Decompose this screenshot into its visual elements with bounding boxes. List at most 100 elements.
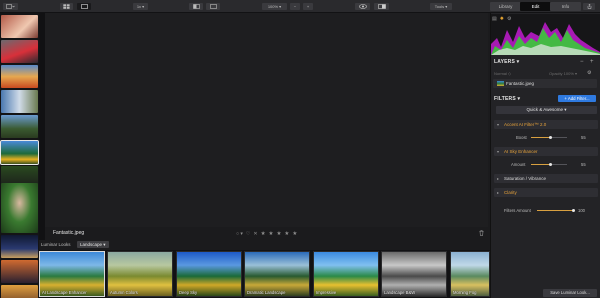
layer-gear-icon[interactable]: ⚙ [587, 70, 591, 76]
look-name: AI Landscape Enhancer [42, 290, 87, 295]
amount-slider-fill [531, 164, 551, 165]
save-luminar-look-button[interactable]: Save Luminar Look... [543, 289, 597, 297]
boost-label: Boost [516, 135, 527, 140]
looks-strip: AI Landscape Enhancer Autumn Colors Deep… [39, 250, 490, 298]
filters-amount-knob[interactable] [571, 209, 575, 212]
tab-info-label: Info [561, 4, 570, 9]
film-thumb[interactable] [1, 15, 38, 38]
color-label-icon[interactable]: ○ ▾ [236, 231, 243, 237]
zoom-percent-label: 100% [267, 4, 279, 9]
zoom-in-button[interactable]: + [303, 3, 313, 10]
grid-view-button[interactable] [60, 3, 73, 10]
looks-category-button[interactable]: Landscape ▾ [77, 241, 109, 248]
rating-row: ○ ▾ ♡ ✕ ★ ★ ★ ★ ★ [236, 230, 297, 237]
star-2[interactable]: ★ [269, 231, 274, 237]
zoom-percent-select[interactable]: 100% ▾ [262, 3, 287, 10]
flag-icon[interactable]: ♡ [246, 231, 250, 237]
layers-title[interactable]: LAYERS ▾ [494, 59, 519, 65]
expand-arrow-icon[interactable]: ▸ [497, 176, 499, 181]
zoom-out-label: − [293, 4, 297, 9]
amount-value: 55 [581, 162, 586, 167]
reject-icon[interactable]: ✕ [253, 231, 257, 237]
look-name: Morning Fog [453, 290, 477, 295]
star-1[interactable]: ★ [261, 231, 266, 237]
gear-icon[interactable]: ⚙ [507, 16, 511, 22]
tab-edit-label: Edit [531, 4, 540, 9]
looks-label: Luminar Looks [41, 242, 71, 247]
zoom-out-button[interactable]: − [290, 3, 300, 10]
top-toolbar: 1x ▾ 100% ▾ − + Tools ▾ Library Edit Inf… [0, 0, 600, 13]
collapse-arrow-icon[interactable]: ▾ [497, 122, 499, 127]
film-thumb[interactable] [1, 115, 38, 138]
filters-amount-fill [537, 210, 573, 211]
look-impressive[interactable]: Impressive [313, 251, 379, 297]
film-thumb[interactable] [1, 285, 38, 298]
filter-saturation-title: Saturation / Vibrance [504, 176, 546, 181]
collapse-arrow-icon[interactable]: ▾ [497, 149, 499, 154]
compare-split-button[interactable] [374, 3, 389, 10]
look-autumn-colors[interactable]: Autumn Colors [107, 251, 173, 297]
look-deep-sky[interactable]: Deep Sky [176, 251, 242, 297]
tab-library-label: Library [498, 4, 513, 9]
film-thumb-selected[interactable] [0, 140, 39, 165]
trash-icon[interactable] [479, 230, 484, 238]
amount-label: Amount [511, 162, 526, 167]
film-thumb[interactable] [1, 260, 38, 283]
look-name: Deep Sky [179, 290, 198, 295]
tab-library[interactable]: Library [490, 2, 521, 11]
boost-value: 55 [581, 135, 586, 140]
filter-accent-ai-title: Accent AI Filter™ 2.0 [504, 122, 547, 127]
filters-amount-value: 100 [578, 208, 585, 213]
look-morning-fog[interactable]: Morning Fog [450, 251, 490, 297]
opacity-select[interactable]: Opacity 100% ▾ [549, 71, 577, 76]
layout-menu-button[interactable] [206, 3, 220, 10]
layer-thumbnail [497, 81, 504, 86]
film-thumb[interactable] [1, 65, 38, 88]
film-thumb[interactable] [1, 90, 38, 113]
quick-awesome-select[interactable]: Quick & Awesome ▾ [496, 106, 597, 114]
single-view-button[interactable] [77, 3, 91, 10]
filters-amount-label: Filters Amount [504, 208, 531, 213]
layers-icon[interactable]: ▤ [492, 16, 497, 22]
tab-info[interactable]: Info [550, 2, 581, 11]
layer-name: Fantastic.jpeg [506, 81, 535, 86]
zoom-fit-label: 1x [136, 4, 142, 9]
film-thumb[interactable] [1, 40, 38, 63]
look-name: Impressive [316, 290, 337, 295]
look-landscape-bw[interactable]: Landscape B&W [381, 251, 447, 297]
tools-label: Tools [434, 4, 445, 9]
look-name: Dramatic Landscape [247, 290, 286, 295]
film-thumb[interactable] [1, 235, 38, 258]
looks-category-label: Landscape [80, 242, 103, 247]
preview-eye-button[interactable] [355, 3, 370, 10]
star-5[interactable]: ★ [292, 231, 297, 237]
look-name: Autumn Colors [110, 290, 138, 295]
tools-menu-button[interactable]: Tools ▾ [430, 3, 452, 10]
film-thumb[interactable] [1, 183, 38, 233]
filter-clarity-title: Clarity [504, 190, 517, 195]
add-layer-button[interactable]: + [590, 59, 594, 65]
boost-slider-fill [531, 137, 551, 138]
filters-title[interactable]: FILTERS ▾ [494, 96, 520, 102]
panel-icons: ▤ ✹ ⚙ [492, 16, 511, 22]
sun-icon[interactable]: ✹ [500, 16, 504, 22]
star-3[interactable]: ★ [276, 231, 281, 237]
filter-ai-sky-title: AI Sky Enhancer [504, 149, 538, 154]
remove-layer-button[interactable]: − [580, 59, 584, 65]
file-name: Fantastic.jpeg [53, 230, 85, 236]
star-4[interactable]: ★ [284, 231, 289, 237]
look-ai-landscape-enhancer[interactable]: AI Landscape Enhancer [39, 251, 105, 297]
share-button[interactable] [583, 3, 595, 10]
tab-edit[interactable]: Edit [520, 2, 551, 11]
image-canvas[interactable] [45, 13, 488, 227]
compare-view-button[interactable] [189, 3, 203, 10]
filmstrip-left [0, 13, 39, 298]
zoom-fit-select[interactable]: 1x ▾ [133, 3, 148, 10]
look-dramatic-landscape[interactable]: Dramatic Landscape [244, 251, 310, 297]
zoom-in-label: + [306, 4, 310, 9]
expand-arrow-icon[interactable]: ▸ [497, 190, 499, 195]
add-filter-button[interactable]: + Add Filter... [558, 95, 596, 102]
blend-mode-select[interactable]: Normal ◇ [494, 71, 511, 76]
look-name: Landscape B&W [384, 290, 416, 295]
sidebar-toggle-button[interactable] [3, 3, 18, 10]
